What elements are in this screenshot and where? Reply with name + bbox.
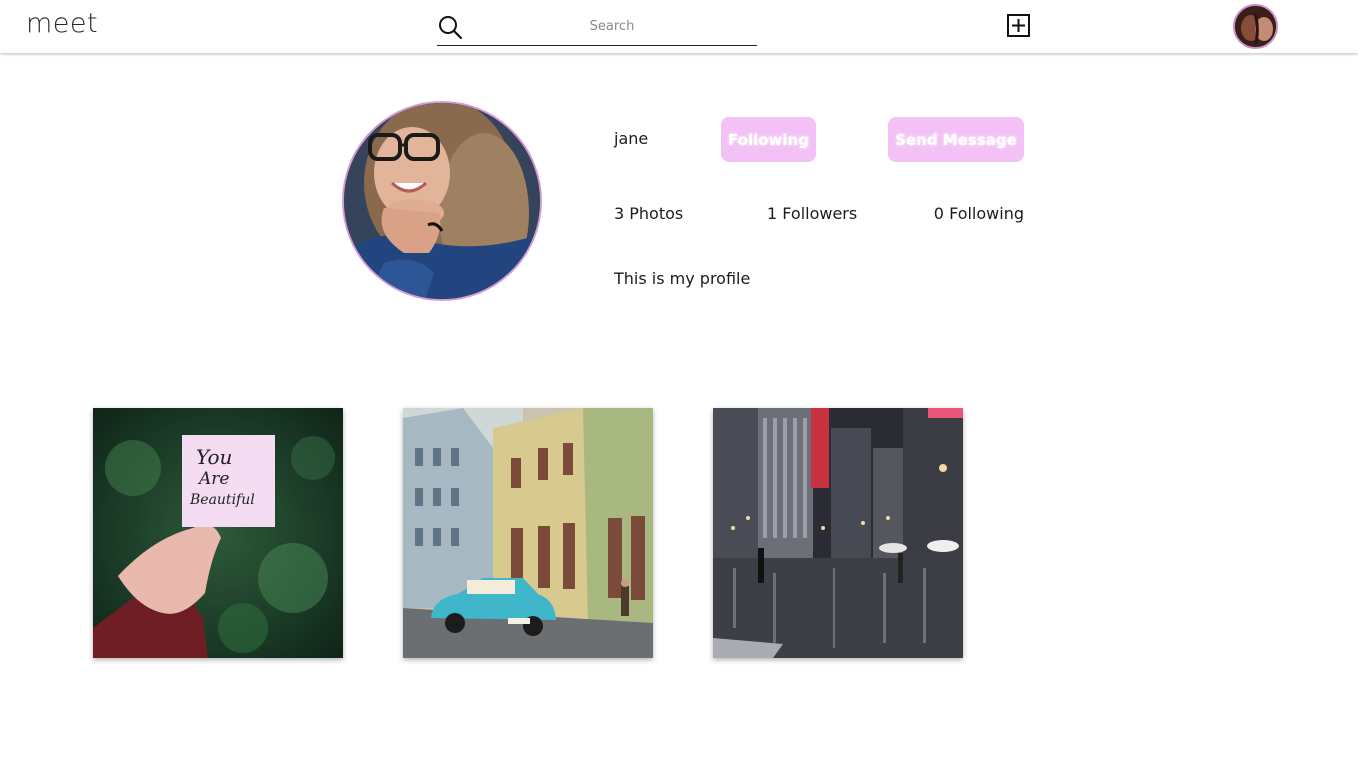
search-input[interactable] (469, 12, 755, 40)
send-message-button[interactable]: Send Message (888, 117, 1024, 162)
profile-picture (342, 101, 542, 301)
followers-count[interactable]: 1 Followers (767, 204, 857, 223)
add-post-icon[interactable] (1007, 14, 1030, 37)
following-button[interactable]: Following (721, 117, 816, 162)
post-thumbnail-car[interactable] (403, 408, 653, 658)
post-thumbnail-note[interactable]: You Are Beautiful (93, 408, 343, 658)
search-bar (437, 6, 757, 46)
photos-count: 3 Photos (614, 204, 684, 223)
following-count[interactable]: 0 Following (934, 204, 1024, 223)
top-navbar: meet (0, 0, 1358, 53)
note-text-line-1: You (196, 445, 232, 469)
app-logo[interactable]: meet (26, 8, 98, 39)
post-thumbnail-city[interactable] (713, 408, 963, 658)
note-text-line-3: Beautiful (189, 492, 255, 508)
search-icon[interactable] (437, 14, 463, 40)
note-text-line-2: Are (197, 469, 229, 489)
user-avatar[interactable] (1233, 4, 1278, 49)
profile-username: jane (614, 129, 649, 148)
profile-bio: This is my profile (614, 269, 751, 288)
